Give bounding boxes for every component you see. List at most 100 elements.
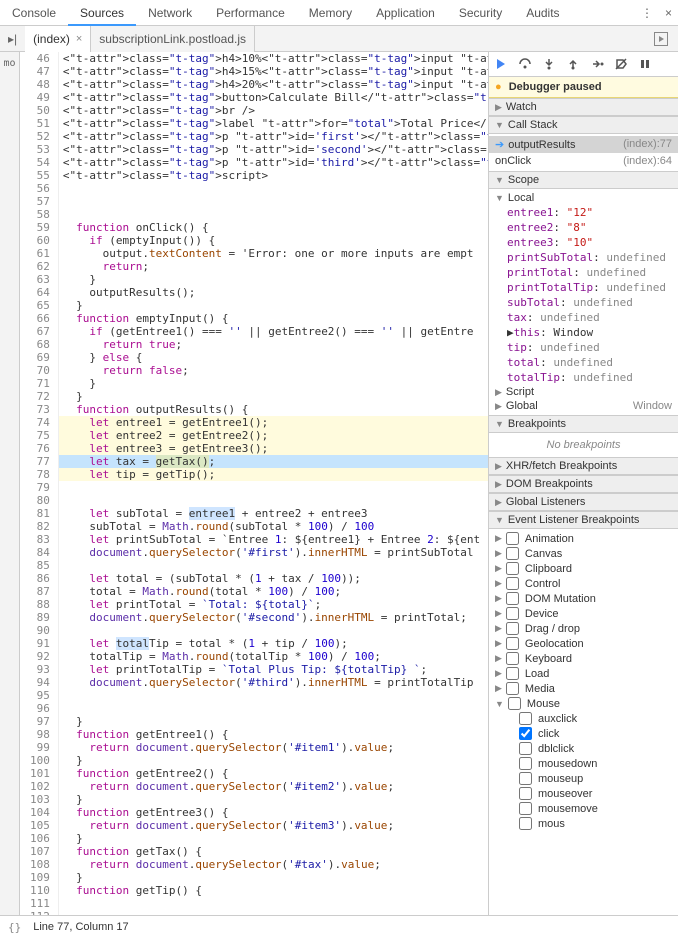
- tab-console[interactable]: Console: [0, 0, 68, 26]
- tab-performance[interactable]: Performance: [204, 0, 297, 26]
- close-icon[interactable]: ×: [659, 6, 678, 20]
- stack-frame[interactable]: onClick(index):64: [489, 153, 678, 169]
- section-watch[interactable]: ▶Watch: [489, 98, 678, 116]
- category-checkbox[interactable]: [506, 652, 519, 665]
- category-checkbox[interactable]: [506, 682, 519, 695]
- chevron-right-icon: ▶: [507, 326, 514, 339]
- section-scope[interactable]: ▼Scope: [489, 171, 678, 189]
- category-checkbox[interactable]: [506, 622, 519, 635]
- step-over-button[interactable]: [517, 56, 533, 72]
- event-category[interactable]: ▶Drag / drop: [489, 621, 678, 636]
- scope-variable[interactable]: total: undefined: [507, 355, 678, 370]
- tab-security[interactable]: Security: [447, 0, 514, 26]
- no-breakpoints: No breakpoints: [489, 433, 678, 457]
- scope-variable[interactable]: entree3: "10": [507, 235, 678, 250]
- event-checkbox[interactable]: [519, 802, 532, 815]
- event-category[interactable]: ▶Clipboard: [489, 561, 678, 576]
- chevron-right-icon: ▶: [495, 387, 502, 397]
- section-global-listeners[interactable]: ▶Global Listeners: [489, 493, 678, 511]
- scope-variable[interactable]: printTotalTip: undefined: [507, 280, 678, 295]
- event-item[interactable]: mouseup: [519, 771, 678, 786]
- step-button[interactable]: [589, 56, 605, 72]
- scope-variable[interactable]: entree2: "8": [507, 220, 678, 235]
- file-tab-index[interactable]: (index) ×: [25, 26, 91, 52]
- event-item[interactable]: mouseover: [519, 786, 678, 801]
- category-checkbox[interactable]: [506, 667, 519, 680]
- event-category[interactable]: ▶Keyboard: [489, 651, 678, 666]
- section-dom[interactable]: ▶DOM Breakpoints: [489, 475, 678, 493]
- event-item[interactable]: auxclick: [519, 711, 678, 726]
- event-category[interactable]: ▼Mouse: [489, 696, 678, 711]
- event-category[interactable]: ▶Geolocation: [489, 636, 678, 651]
- event-item[interactable]: mous: [519, 816, 678, 831]
- scope-variable[interactable]: printTotal: undefined: [507, 265, 678, 280]
- category-checkbox[interactable]: [508, 697, 521, 710]
- tab-sources[interactable]: Sources: [68, 0, 136, 26]
- tab-network[interactable]: Network: [136, 0, 204, 26]
- section-event-listener[interactable]: ▼Event Listener Breakpoints: [489, 511, 678, 529]
- event-checkbox[interactable]: [519, 817, 532, 830]
- scope-variable[interactable]: printSubTotal: undefined: [507, 250, 678, 265]
- category-checkbox[interactable]: [506, 547, 519, 560]
- event-checkbox[interactable]: [519, 727, 532, 740]
- event-item[interactable]: mousemove: [519, 801, 678, 816]
- event-item[interactable]: click: [519, 726, 678, 741]
- scope-script[interactable]: ▶Script: [489, 385, 678, 399]
- category-checkbox[interactable]: [506, 607, 519, 620]
- event-item[interactable]: mousedown: [519, 756, 678, 771]
- event-category[interactable]: ▶Canvas: [489, 546, 678, 561]
- event-category[interactable]: ▶Load: [489, 666, 678, 681]
- event-checkbox[interactable]: [519, 772, 532, 785]
- resume-button[interactable]: [493, 56, 509, 72]
- category-checkbox[interactable]: [506, 592, 519, 605]
- format-icon[interactable]: {}: [8, 921, 21, 934]
- chevron-right-icon: ▶: [495, 102, 502, 113]
- section-callstack[interactable]: ▼Call Stack: [489, 116, 678, 134]
- event-category[interactable]: ▶Animation: [489, 531, 678, 546]
- scope-global[interactable]: ▶GlobalWindow: [489, 399, 678, 413]
- stack-frame[interactable]: ➔outputResults(index):77: [489, 136, 678, 153]
- arrow-icon: ➔: [495, 139, 504, 151]
- chevron-down-icon: ▼: [495, 515, 504, 525]
- scope-local[interactable]: ▼Local: [489, 191, 678, 205]
- scope-variable[interactable]: totalTip: undefined: [507, 370, 678, 385]
- run-icon[interactable]: [646, 32, 678, 46]
- scope-variable[interactable]: tip: undefined: [507, 340, 678, 355]
- tab-memory[interactable]: Memory: [297, 0, 364, 26]
- navigator-icon[interactable]: ▸|: [0, 32, 25, 46]
- category-checkbox[interactable]: [506, 562, 519, 575]
- event-category[interactable]: ▶Media: [489, 681, 678, 696]
- event-checkbox[interactable]: [519, 787, 532, 800]
- callstack-body: ➔outputResults(index):77onClick(index):6…: [489, 134, 678, 171]
- paused-message: ● Debugger paused: [489, 77, 678, 98]
- event-category[interactable]: ▶Control: [489, 576, 678, 591]
- event-checkbox[interactable]: [519, 712, 532, 725]
- scope-variable[interactable]: subTotal: undefined: [507, 295, 678, 310]
- tab-audits[interactable]: Audits: [514, 0, 571, 26]
- code-content[interactable]: <"t-attr">class="t-tag">h4>10%<"t-attr">…: [59, 52, 488, 938]
- scope-variable[interactable]: ▶this: Window: [507, 325, 678, 340]
- event-category[interactable]: ▶DOM Mutation: [489, 591, 678, 606]
- step-into-button[interactable]: [541, 56, 557, 72]
- chevron-right-icon: ▶: [495, 533, 502, 544]
- section-xhr[interactable]: ▶XHR/fetch Breakpoints: [489, 457, 678, 475]
- tab-application[interactable]: Application: [364, 0, 447, 26]
- close-icon[interactable]: ×: [76, 26, 82, 52]
- step-out-button[interactable]: [565, 56, 581, 72]
- category-checkbox[interactable]: [506, 577, 519, 590]
- category-checkbox[interactable]: [506, 532, 519, 545]
- file-tab-subscription[interactable]: subscriptionLink.postload.js: [91, 26, 255, 52]
- event-checkbox[interactable]: [519, 742, 532, 755]
- pause-exceptions-button[interactable]: [637, 56, 653, 72]
- category-checkbox[interactable]: [506, 637, 519, 650]
- deactivate-breakpoints-button[interactable]: [613, 56, 629, 72]
- section-breakpoints[interactable]: ▼Breakpoints: [489, 415, 678, 433]
- event-category[interactable]: ▶Device: [489, 606, 678, 621]
- event-item[interactable]: dblclick: [519, 741, 678, 756]
- scope-variable[interactable]: tax: undefined: [507, 310, 678, 325]
- code-editor[interactable]: 4647484950515253545556575859606162636465…: [20, 52, 488, 938]
- event-checkbox[interactable]: [519, 757, 532, 770]
- scope-variable[interactable]: entree1: "12": [507, 205, 678, 220]
- more-icon[interactable]: ⋮: [635, 6, 659, 20]
- chevron-right-icon: ▶: [495, 638, 502, 649]
